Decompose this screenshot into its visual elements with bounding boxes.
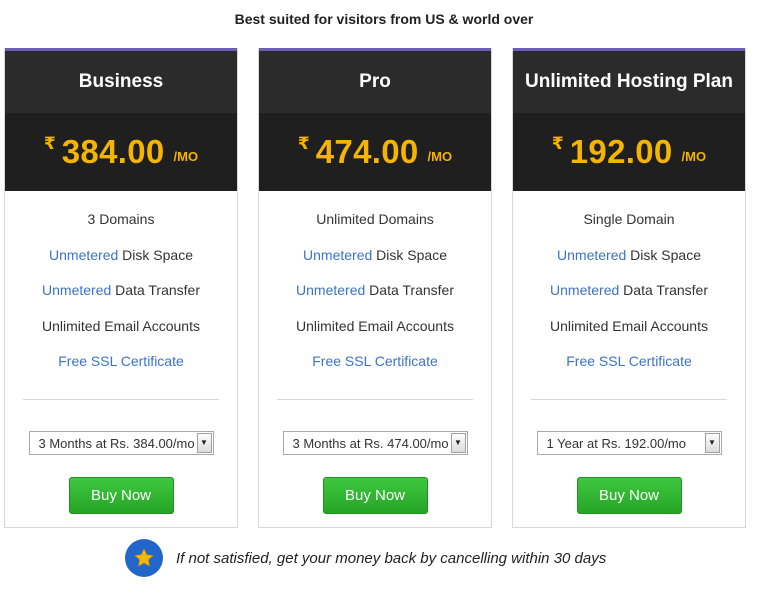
feature-item: Unlimited Domains — [316, 211, 434, 227]
plan-name: Business — [5, 48, 237, 113]
feature-link[interactable]: Unmetered — [550, 282, 619, 298]
feature-list: Unlimited Domains Unmetered Disk Space U… — [259, 191, 491, 389]
feature-item: Unlimited Email Accounts — [550, 317, 708, 334]
rupee-icon: ₹ — [43, 134, 56, 153]
feature-link[interactable]: Free SSL Certificate — [58, 353, 184, 369]
rupee-icon: ₹ — [297, 134, 310, 153]
feature-link[interactable]: Unmetered — [49, 247, 118, 263]
price-period: /MO — [173, 148, 199, 164]
plan-card-business: Business ₹ 384.00 /MO 3 Domains Unmetere… — [4, 48, 238, 528]
feature-item: Single Domain — [583, 211, 675, 227]
select-value: 3 Months at Rs. 474.00/mo — [292, 435, 449, 451]
feature-item: Unlimited Email Accounts — [42, 317, 200, 334]
select-value: 1 Year at Rs. 192.00/mo — [546, 435, 686, 451]
divider — [531, 398, 727, 400]
price-amount: 384.00 — [61, 133, 165, 170]
feature-item: Unlimited Email Accounts — [296, 317, 454, 334]
money-back-guarantee: If not satisfied, get your money back by… — [125, 539, 606, 577]
plan-price: ₹ 192.00 /MO — [513, 113, 745, 191]
feature-link[interactable]: Unmetered — [296, 282, 365, 298]
plan-name: Unlimited Hosting Plan — [513, 48, 745, 113]
feature-item: Unmetered Data Transfer — [550, 282, 708, 298]
feature-list: Single Domain Unmetered Disk Space Unmet… — [513, 191, 745, 389]
billing-period-select[interactable]: 1 Year at Rs. 192.00/mo ▼ — [536, 430, 722, 455]
select-value: 3 Months at Rs. 384.00/mo — [38, 435, 195, 451]
price-period: /MO — [427, 148, 453, 164]
feature-item: Free SSL Certificate — [5, 353, 237, 389]
feature-item: Unmetered Data Transfer — [296, 282, 454, 298]
feature-link[interactable]: Free SSL Certificate — [312, 353, 438, 369]
feature-item: Unmetered Disk Space — [49, 246, 193, 263]
plan-price: ₹ 474.00 /MO — [259, 113, 491, 191]
plan-card-unlimited: Unlimited Hosting Plan ₹ 192.00 /MO Sing… — [512, 48, 746, 528]
feature-link[interactable]: Free SSL Certificate — [566, 353, 692, 369]
buy-now-button[interactable]: Buy Now — [576, 476, 682, 514]
feature-link[interactable]: Unmetered — [42, 282, 111, 298]
billing-period-select[interactable]: 3 Months at Rs. 384.00/mo ▼ — [28, 430, 214, 455]
chevron-down-icon[interactable]: ▼ — [196, 432, 212, 453]
rupee-icon: ₹ — [551, 134, 564, 153]
price-amount: 192.00 — [569, 133, 673, 170]
buy-now-button[interactable]: Buy Now — [322, 476, 428, 514]
chevron-down-icon[interactable]: ▼ — [704, 432, 720, 453]
pricing-cards: Business ₹ 384.00 /MO 3 Domains Unmetere… — [4, 48, 752, 528]
billing-period-select[interactable]: 3 Months at Rs. 474.00/mo ▼ — [282, 430, 468, 455]
feature-item: Free SSL Certificate — [259, 353, 491, 389]
feature-link[interactable]: Unmetered — [557, 247, 626, 263]
price-amount: 474.00 — [315, 133, 419, 170]
feature-item: Free SSL Certificate — [513, 353, 745, 389]
section-heading: Best suited for visitors from US & world… — [234, 11, 534, 27]
feature-item: Unmetered Disk Space — [303, 246, 447, 263]
price-period: /MO — [681, 148, 707, 164]
divider — [23, 398, 219, 400]
feature-link[interactable]: Unmetered — [303, 247, 372, 263]
guarantee-text: If not satisfied, get your money back by… — [176, 549, 607, 567]
buy-now-button[interactable]: Buy Now — [68, 476, 174, 514]
plan-price: ₹ 384.00 /MO — [5, 113, 237, 191]
feature-list: 3 Domains Unmetered Disk Space Unmetered… — [5, 191, 237, 389]
plan-name: Pro — [259, 48, 491, 113]
divider — [277, 398, 473, 400]
feature-item: Unmetered Disk Space — [557, 246, 701, 263]
chevron-down-icon[interactable]: ▼ — [450, 432, 466, 453]
star-icon — [125, 539, 163, 577]
plan-card-pro: Pro ₹ 474.00 /MO Unlimited Domains Unmet… — [258, 48, 492, 528]
feature-item: 3 Domains — [87, 211, 155, 227]
feature-item: Unmetered Data Transfer — [42, 282, 200, 298]
